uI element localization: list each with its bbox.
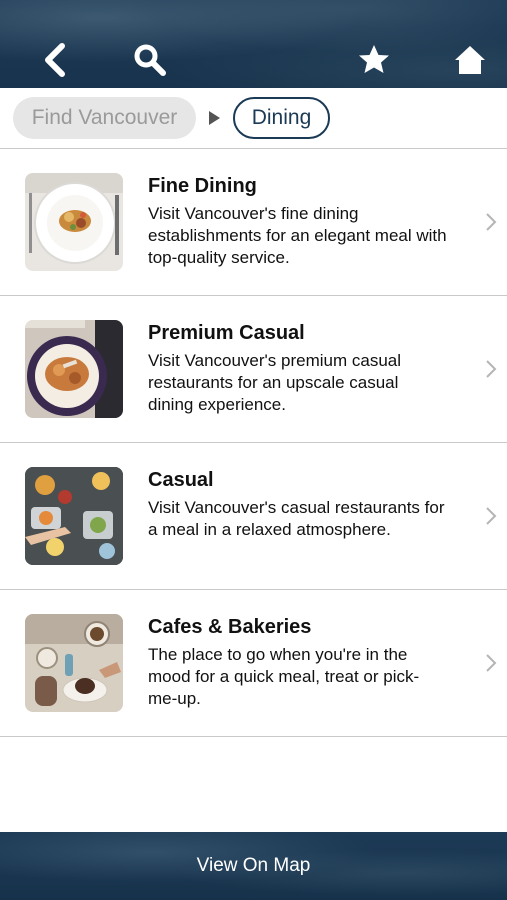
list-item-premium-casual[interactable]: Premium Casual Visit Vancouver's premium… bbox=[0, 296, 507, 443]
cafes-bakeries-thumbnail bbox=[25, 614, 123, 712]
favorites-button[interactable] bbox=[352, 38, 396, 82]
chevron-right-icon bbox=[486, 507, 497, 525]
list-item-casual[interactable]: Casual Visit Vancouver's casual restaura… bbox=[0, 443, 507, 590]
home-button[interactable] bbox=[448, 38, 492, 82]
breadcrumb-root[interactable]: Find Vancouver bbox=[13, 97, 196, 139]
item-description: The place to go when you're in the mood … bbox=[148, 645, 420, 708]
view-on-map-button[interactable]: View On Map bbox=[0, 832, 507, 900]
item-title: Cafes & Bakeries bbox=[148, 616, 312, 638]
chevron-right-icon bbox=[486, 654, 497, 672]
home-icon bbox=[455, 46, 485, 74]
view-on-map-label: View On Map bbox=[196, 855, 311, 876]
top-nav-bar bbox=[0, 0, 507, 88]
chevron-right-icon bbox=[486, 213, 497, 231]
item-title: Fine Dining bbox=[148, 175, 257, 197]
list-item-cafes-bakeries[interactable]: Cafes & Bakeries The place to go when yo… bbox=[0, 590, 507, 737]
back-icon bbox=[45, 43, 65, 77]
breadcrumb-arrow-icon bbox=[209, 111, 220, 125]
star-icon bbox=[359, 45, 389, 73]
premium-casual-thumbnail bbox=[25, 320, 123, 418]
search-icon bbox=[134, 44, 166, 76]
item-title: Premium Casual bbox=[148, 322, 305, 344]
breadcrumb-current[interactable]: Dining bbox=[233, 97, 330, 139]
search-button[interactable] bbox=[128, 38, 172, 82]
chevron-right-icon bbox=[486, 360, 497, 378]
casual-thumbnail bbox=[25, 467, 123, 565]
item-description: Visit Vancouver's premium casual restaur… bbox=[148, 351, 401, 414]
item-description: Visit Vancouver's casual restaurants for… bbox=[148, 498, 445, 539]
fine-dining-thumbnail bbox=[25, 173, 123, 271]
list-item-fine-dining[interactable]: Fine Dining Visit Vancouver's fine dinin… bbox=[0, 149, 507, 296]
back-button[interactable] bbox=[33, 38, 77, 82]
category-list: Fine Dining Visit Vancouver's fine dinin… bbox=[0, 149, 507, 737]
item-description: Visit Vancouver's fine dining establishm… bbox=[148, 204, 447, 267]
item-title: Casual bbox=[148, 469, 214, 491]
